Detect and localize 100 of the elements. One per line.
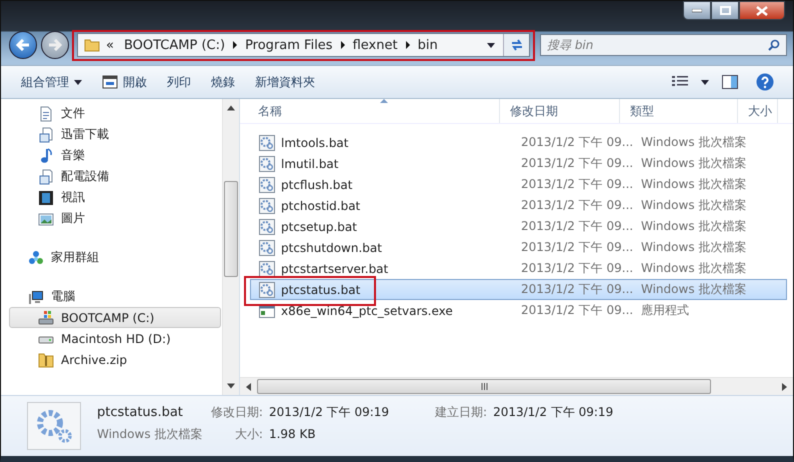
- breadcrumb[interactable]: flexnet: [348, 38, 402, 52]
- scroll-thumb[interactable]: [224, 181, 238, 277]
- sidebar-item[interactable]: BOOTCAMP (C:): [9, 307, 221, 328]
- search-icon: [768, 39, 780, 51]
- file-row[interactable]: ptcsetup.bat 2013/1/2 下午 09... Windows 批次檔案: [250, 216, 787, 237]
- caret-icon: [74, 80, 82, 84]
- breadcrumb[interactable]: Program Files: [241, 38, 337, 52]
- gear-file-icon: [259, 198, 275, 214]
- film-icon: [38, 190, 54, 206]
- file-name: ptcshutdown.bat: [281, 240, 382, 254]
- modified-date: 2013/1/2 下午 09...: [521, 176, 634, 193]
- gear-file-icon: [259, 134, 275, 150]
- forward-button[interactable]: [41, 31, 69, 59]
- file-type: Windows 批次檔案: [641, 260, 746, 277]
- list-view-icon: [672, 75, 688, 89]
- toolbar-button[interactable]: 開啟: [96, 70, 153, 94]
- file-name: ptcflush.bat: [281, 178, 352, 192]
- back-button[interactable]: [9, 31, 37, 59]
- gear-file-icon: [259, 156, 275, 172]
- toolbar-button[interactable]: 燒錄: [205, 70, 241, 94]
- sidebar-item[interactable]: 視訊: [9, 187, 221, 208]
- sidebar-item[interactable]: Macintosh HD (D:): [9, 328, 221, 349]
- file-name: ptcstatus.bat: [97, 405, 183, 420]
- vertical-scrollbar[interactable]: [222, 99, 239, 395]
- modified-date: 2013/1/2 下午 09...: [521, 218, 634, 235]
- modified-date: 2013/1/2 下午 09...: [521, 281, 634, 298]
- breadcrumb-arrow-icon: [232, 41, 238, 49]
- overflow-chevron[interactable]: «: [100, 38, 120, 52]
- modified-date: 2013/1/2 下午 09...: [521, 197, 634, 214]
- sidebar-item[interactable]: 音樂: [9, 145, 221, 166]
- file-type: Windows 批次檔案: [641, 197, 746, 214]
- back-arrow-icon: [16, 39, 30, 51]
- file-row[interactable]: ptcstatus.bat 2013/1/2 下午 09... Windows 批次檔案: [250, 279, 787, 300]
- sidebar-item[interactable]: 迅雷下載: [9, 124, 221, 145]
- field-value: 2013/1/2 下午 09:19: [268, 404, 390, 421]
- scroll-thumb[interactable]: [257, 379, 711, 394]
- dropdown-icon: [487, 42, 495, 48]
- scroll-left-icon: [246, 382, 251, 390]
- file-row[interactable]: ptcshutdown.bat 2013/1/2 下午 09... Windows 批次檔案: [250, 237, 787, 258]
- refresh-button[interactable]: [503, 34, 529, 56]
- file-row[interactable]: ptcflush.bat 2013/1/2 下午 09... Windows 批次檔案: [250, 174, 787, 195]
- modified-date: 2013/1/2 下午 09...: [521, 260, 634, 277]
- field-label: 建立日期:: [435, 404, 488, 421]
- file-type: Windows 批次檔案: [641, 176, 746, 193]
- file-name: lmtools.bat: [281, 136, 348, 150]
- zip-folder-icon: [38, 352, 54, 368]
- breadcrumb[interactable]: bin: [414, 38, 442, 52]
- modified-date: 2013/1/2 下午 09...: [521, 302, 634, 319]
- sidebar-item[interactable]: 圖片: [9, 208, 221, 229]
- file-type: Windows 批次檔案: [97, 426, 204, 443]
- close-button[interactable]: [739, 1, 785, 20]
- toolbar-button[interactable]: 組合管理: [15, 70, 88, 94]
- file-row[interactable]: lmtools.bat 2013/1/2 下午 09... Windows 批次檔案: [250, 132, 787, 153]
- document-icon: [38, 106, 54, 122]
- maximize-icon: [720, 6, 730, 15]
- gear-file-icon: [259, 282, 275, 298]
- sidebar-item[interactable]: Archive.zip: [9, 349, 221, 370]
- modified-date: 2013/1/2 下午 09...: [521, 155, 634, 172]
- file-name: lmutil.bat: [281, 156, 338, 170]
- search-field[interactable]: 搜尋 bin: [540, 34, 787, 56]
- gear-file-icon: [259, 218, 275, 234]
- field-value: 1.98 KB: [268, 427, 317, 441]
- refresh-icon: [510, 39, 524, 51]
- sidebar-item[interactable]: 文件: [9, 103, 221, 124]
- file-name: ptcstatus.bat: [281, 282, 360, 296]
- sort-arrow-icon: [380, 99, 388, 103]
- file-name: x86e_win64_ptc_setvars.exe: [281, 304, 453, 318]
- horizontal-scrollbar[interactable]: [240, 377, 793, 395]
- close-icon: [756, 6, 768, 16]
- forward-arrow-icon: [48, 39, 62, 51]
- maximize-button[interactable]: [711, 1, 739, 20]
- toolbar-button[interactable]: 新增資料夾: [249, 70, 321, 94]
- minimize-icon: [692, 8, 702, 12]
- toolbar-button[interactable]: 列印: [161, 70, 197, 94]
- file-type: 應用程式: [641, 302, 689, 319]
- scroll-down-icon: [227, 382, 235, 390]
- breadcrumb[interactable]: BOOTCAMP (C:): [120, 38, 230, 52]
- file-row[interactable]: lmutil.bat 2013/1/2 下午 09... Windows 批次檔案: [250, 153, 787, 174]
- caret-icon: [701, 80, 709, 84]
- file-row[interactable]: ptchostid.bat 2013/1/2 下午 09... Windows 批次檔案: [250, 195, 787, 216]
- file-row[interactable]: ptcstartserver.bat 2013/1/2 下午 09... Windows 批次檔案: [250, 258, 787, 279]
- folder-icon: [84, 37, 100, 53]
- computer-icon: [28, 288, 44, 304]
- sidebar-item[interactable]: 家用群組: [9, 247, 221, 268]
- help-icon: [756, 73, 774, 91]
- file-row[interactable]: x86e_win64_ptc_setvars.exe 2013/1/2 下午 09... 應用程式: [250, 300, 787, 321]
- document-stack-icon: [38, 126, 54, 142]
- field-value: 2013/1/2 下午 09:19: [493, 404, 614, 421]
- file-name: ptcsetup.bat: [281, 220, 357, 234]
- minimize-button[interactable]: [683, 1, 711, 20]
- file-type: Windows 批次檔案: [641, 281, 746, 298]
- sidebar-item[interactable]: 配電設備: [9, 166, 221, 187]
- sidebar-item[interactable]: 電腦: [9, 286, 221, 307]
- grip-icon: [480, 383, 488, 390]
- homegroup-icon: [28, 250, 44, 266]
- file-type: Windows 批次檔案: [641, 134, 746, 151]
- breadcrumb-arrow-icon: [404, 41, 411, 49]
- gear-file-icon: [259, 240, 275, 256]
- music-note-icon: [38, 148, 54, 164]
- document-stack-icon: [38, 168, 54, 184]
